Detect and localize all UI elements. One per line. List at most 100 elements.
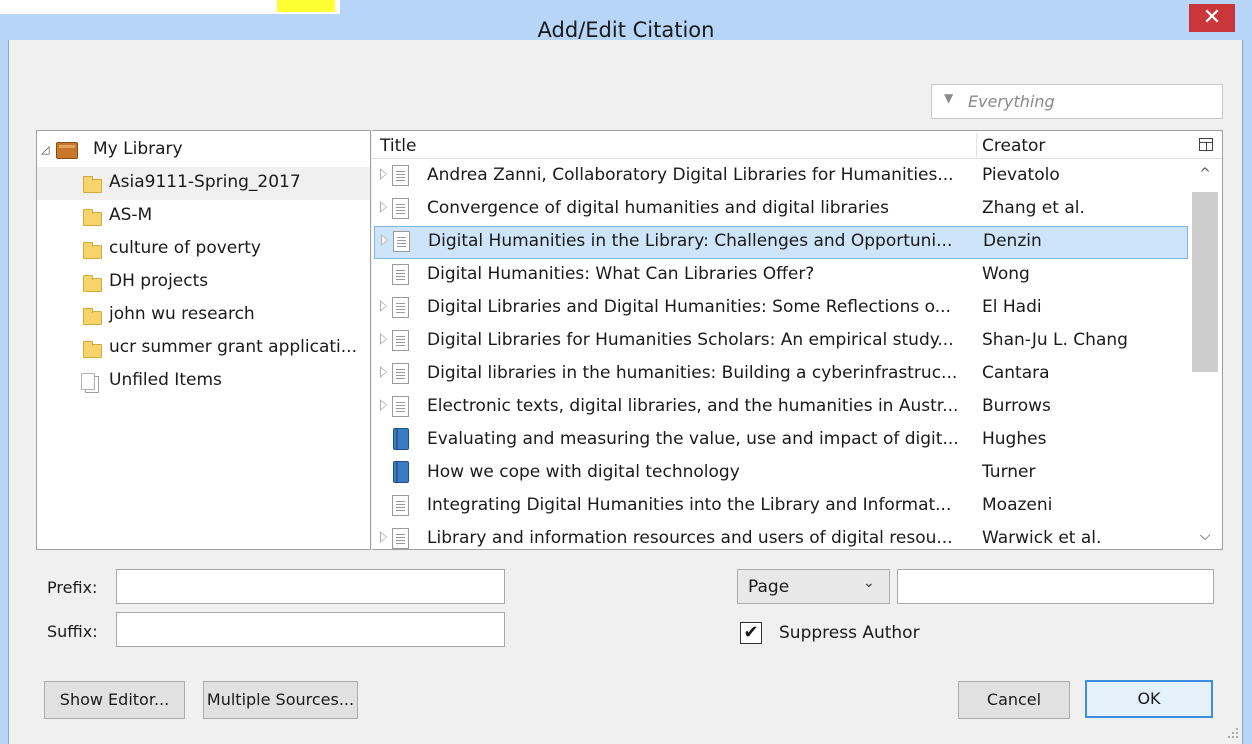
document-icon: [392, 264, 409, 285]
tree-item-ucr-summer-grant[interactable]: ucr summer grant applicati...: [37, 332, 370, 365]
multiple-sources-button[interactable]: Multiple Sources...: [203, 681, 358, 719]
row-title: Digital Humanities: What Can Libraries O…: [427, 264, 815, 284]
book-icon: [393, 428, 409, 450]
document-icon: [392, 165, 409, 186]
scroll-down-icon[interactable]: ⌵: [1188, 528, 1222, 548]
folder-icon: [83, 275, 102, 292]
expand-triangle-icon[interactable]: [380, 201, 387, 213]
table-row[interactable]: Integrating Digital Humanities into the …: [372, 490, 1188, 523]
row-title: Convergence of digital humanities and di…: [427, 198, 889, 218]
column-header-title[interactable]: Title: [380, 136, 416, 156]
column-picker-icon[interactable]: [1199, 138, 1213, 151]
suppress-author-checkbox[interactable]: ✔: [740, 622, 762, 644]
items-table-header: Title Creator: [372, 131, 1222, 159]
tree-item-unfiled-items[interactable]: Unfiled Items: [37, 365, 370, 398]
table-row[interactable]: Andrea Zanni, Collaboratory Digital Libr…: [372, 160, 1188, 193]
prefix-label: Prefix:: [47, 578, 98, 597]
chevron-down-icon: ⌄: [863, 575, 875, 591]
cancel-button[interactable]: Cancel: [958, 681, 1070, 719]
tree-item-label: DH projects: [109, 271, 209, 291]
table-row[interactable]: Digital libraries in the humanities: Bui…: [372, 358, 1188, 391]
column-header-creator[interactable]: Creator: [982, 136, 1045, 156]
row-title: Evaluating and measuring the value, use …: [427, 429, 959, 449]
scrollbar-thumb[interactable]: [1192, 192, 1218, 372]
locator-field[interactable]: [897, 569, 1214, 604]
table-row[interactable]: Evaluating and measuring the value, use …: [372, 424, 1188, 457]
folder-icon: [83, 242, 102, 259]
resize-grip-icon[interactable]: [1226, 726, 1240, 740]
search-box[interactable]: ▼: [931, 84, 1223, 119]
table-row-selected[interactable]: Digital Humanities in the Library: Chall…: [374, 226, 1188, 259]
suppress-author-label[interactable]: Suppress Author: [779, 623, 920, 643]
tree-item-asia9111[interactable]: Asia9111-Spring_2017: [37, 167, 370, 200]
items-table: Title Creator Andrea Zanni, Collaborator…: [372, 130, 1223, 550]
row-creator: Burrows: [982, 396, 1051, 416]
locator-type-select[interactable]: Page ⌄: [737, 569, 890, 604]
tree-item-my-library[interactable]: ◿ My Library: [37, 134, 370, 167]
expand-triangle-icon[interactable]: [380, 333, 387, 345]
table-row[interactable]: How we cope with digital technology Turn…: [372, 457, 1188, 490]
document-icon: [392, 528, 409, 549]
tree-item-label: ucr summer grant applicati...: [109, 337, 357, 357]
expand-triangle-icon[interactable]: [380, 531, 387, 543]
table-row[interactable]: Digital Libraries and Digital Humanities…: [372, 292, 1188, 325]
window-title: Add/Edit Citation: [537, 18, 715, 42]
search-input[interactable]: [968, 89, 1218, 114]
window-frame-right: [1243, 40, 1252, 744]
ok-button[interactable]: OK: [1085, 680, 1213, 718]
document-icon: [392, 297, 409, 318]
items-list: Andrea Zanni, Collaboratory Digital Libr…: [372, 160, 1188, 549]
prefix-field[interactable]: [116, 569, 505, 604]
items-scrollbar[interactable]: ^ ⌵: [1188, 160, 1222, 549]
expand-triangle-icon[interactable]: [380, 366, 387, 378]
tree-item-culture-of-poverty[interactable]: culture of poverty: [37, 233, 370, 266]
folder-icon: [83, 308, 102, 325]
folder-icon: [83, 341, 102, 358]
row-title: Digital Humanities in the Library: Chall…: [428, 231, 953, 251]
row-creator: Cantara: [982, 363, 1050, 383]
column-divider[interactable]: [976, 133, 977, 157]
row-title: Electronic texts, digital libraries, and…: [427, 396, 959, 416]
suffix-field[interactable]: [116, 612, 505, 647]
table-row[interactable]: Library and information resources and us…: [372, 523, 1188, 549]
tree-item-label: Asia9111-Spring_2017: [109, 172, 301, 192]
row-title: Digital Libraries for Humanities Scholar…: [427, 330, 954, 350]
close-button[interactable]: ✕: [1189, 4, 1235, 32]
row-creator: Turner: [982, 462, 1036, 482]
expand-triangle-icon[interactable]: [380, 168, 387, 180]
window-frame-left: [0, 40, 8, 744]
row-title: Digital libraries in the humanities: Bui…: [427, 363, 958, 383]
row-creator: El Hadi: [982, 297, 1042, 317]
locator-type-value: Page: [748, 577, 790, 597]
expand-triangle-icon[interactable]: [380, 399, 387, 411]
tree-item-label: john wu research: [109, 304, 255, 324]
row-creator: Hughes: [982, 429, 1047, 449]
show-editor-button[interactable]: Show Editor...: [44, 681, 185, 719]
row-creator: Warwick et al.: [982, 528, 1102, 548]
collapse-triangle-icon[interactable]: ◿: [41, 143, 49, 156]
search-mode-dropdown-icon[interactable]: ▼: [944, 91, 953, 105]
row-creator: Shan-Ju L. Chang: [982, 330, 1128, 350]
table-row[interactable]: Digital Libraries for Humanities Scholar…: [372, 325, 1188, 358]
document-icon: [392, 495, 409, 516]
tree-item-label: My Library: [93, 139, 183, 159]
row-creator: Moazeni: [982, 495, 1053, 515]
tree-item-as-m[interactable]: AS-M: [37, 200, 370, 233]
tree-item-dh-projects[interactable]: DH projects: [37, 266, 370, 299]
table-row[interactable]: Digital Humanities: What Can Libraries O…: [372, 259, 1188, 292]
table-row[interactable]: Convergence of digital humanities and di…: [372, 193, 1188, 226]
row-creator: Pievatolo: [982, 165, 1060, 185]
expand-triangle-icon[interactable]: [380, 300, 387, 312]
expand-triangle-icon[interactable]: [381, 234, 388, 246]
folder-icon: [83, 209, 102, 226]
document-icon: [392, 363, 409, 384]
row-creator: Wong: [982, 264, 1030, 284]
tree-item-label: culture of poverty: [109, 238, 261, 258]
table-row[interactable]: Electronic texts, digital libraries, and…: [372, 391, 1188, 424]
tree-item-john-wu-research[interactable]: john wu research: [37, 299, 370, 332]
highlight-mark: [277, 0, 335, 12]
tree-item-label: Unfiled Items: [109, 370, 222, 390]
library-icon: [56, 142, 78, 159]
document-icon: [392, 198, 409, 219]
scroll-up-icon[interactable]: ^: [1188, 166, 1222, 186]
